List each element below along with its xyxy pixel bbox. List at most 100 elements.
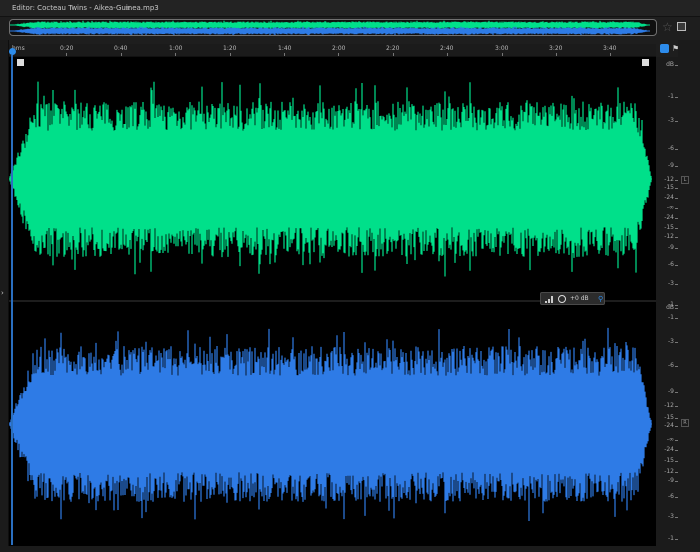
db-scale-tick (675, 208, 678, 209)
db-scale-tick (675, 188, 678, 189)
db-scale-label: -6 (668, 362, 674, 369)
flag-icon[interactable]: ⚑ (672, 44, 679, 53)
db-scale-label: -1 (668, 314, 674, 321)
ruler-tick-label: 1:20 (223, 45, 237, 52)
db-scale-label: -24 (664, 422, 674, 429)
ruler-tick-label: 2:20 (386, 45, 400, 52)
db-scale-tick (675, 450, 678, 451)
db-scale-label: -∞ (666, 204, 674, 211)
db-scale-tick (675, 237, 678, 238)
db-scale-label: -24 (664, 194, 674, 201)
ruler-tick-mark (610, 53, 612, 56)
pin-icon[interactable]: ⚲ (598, 295, 603, 303)
overview-waveform (10, 20, 650, 35)
chevron-right-icon[interactable]: › (1, 289, 4, 297)
db-scale-tick (675, 149, 678, 150)
ruler-tick-label: 0:20 (60, 45, 74, 52)
right-edge-strip (678, 40, 700, 552)
ruler-tick-mark (229, 53, 231, 56)
db-scale-tick (675, 121, 678, 122)
db-scale-tick (675, 180, 678, 181)
db-scale-tick (675, 366, 678, 367)
ruler-tick-label: 1:00 (169, 45, 183, 52)
editor-title[interactable]: Editor: Cocteau Twins - Aikea-Guinea.mp3 (12, 4, 159, 12)
db-scale-label: -24 (664, 446, 674, 453)
db-scale-label: -15 (664, 414, 674, 421)
db-scale-tick (675, 392, 678, 393)
db-scale-tick (675, 440, 678, 441)
db-scale-tick (675, 539, 678, 540)
amplitude-value[interactable]: +0 dB (570, 295, 589, 302)
db-scale-label: dB (666, 304, 674, 311)
db-scale-tick (675, 265, 678, 266)
fade-out-handle-icon[interactable] (642, 59, 649, 66)
db-scale-label: -12 (664, 176, 674, 183)
amplitude-hud[interactable]: +0 dB ⚲ (540, 292, 605, 305)
ruler-tick-label: 0:40 (114, 45, 128, 52)
editor-tab-bar: Editor: Cocteau Twins - Aikea-Guinea.mp3… (0, 0, 700, 17)
ruler-tick-label: 2:40 (440, 45, 454, 52)
db-scale-tick (675, 426, 678, 427)
ruler-tick-label: 3:20 (549, 45, 563, 52)
db-scale-label: -9 (668, 477, 674, 484)
level-bars-icon (545, 296, 553, 303)
ruler-tick-mark (66, 53, 68, 56)
db-scale-tick (675, 248, 678, 249)
db-scale-label: -15 (664, 184, 674, 191)
ruler-tick-label: 2:00 (332, 45, 346, 52)
db-scale-label: -1 (668, 535, 674, 542)
db-scale-label: -6 (668, 493, 674, 500)
db-scale-label: -9 (668, 388, 674, 395)
db-scale-label: -3 (668, 513, 674, 520)
decibel-scale[interactable]: dB -1 -3 -6 -9 -12 -15 -24 -∞ -24 -15 -12 -9 -6 -3 -1 dB… (656, 57, 678, 546)
db-scale-label: -3 (668, 117, 674, 124)
db-scale-tick (675, 97, 678, 98)
db-scale-label: -1 (668, 93, 674, 100)
playhead-line[interactable] (11, 55, 13, 545)
time-ruler[interactable]: hms 0:20 0:40 1:00 1:20 1:40 2:00 2:20 2… (9, 44, 656, 57)
db-scale-tick (675, 166, 678, 167)
channel-right-toggle[interactable]: R (681, 419, 689, 427)
star-icon[interactable]: ☆ (662, 20, 673, 34)
amplitude-knob[interactable] (558, 295, 566, 303)
ruler-tick-mark (120, 53, 122, 56)
db-scale-label: -12 (664, 468, 674, 475)
db-scale-label: -∞ (666, 436, 674, 443)
db-scale-tick (675, 305, 678, 306)
ruler-tick-mark (175, 53, 177, 56)
db-scale-tick (675, 406, 678, 407)
panel-icon[interactable] (677, 22, 686, 31)
playhead-handle[interactable] (9, 48, 16, 55)
db-scale-label: -3 (668, 280, 674, 287)
db-scale-tick (675, 418, 678, 419)
db-scale-label: -15 (664, 457, 674, 464)
ruler-tick-mark (284, 53, 285, 56)
ruler-tick-label: 1:40 (278, 45, 292, 52)
db-scale-tick (675, 198, 678, 199)
db-scale-label: -6 (668, 145, 674, 152)
db-scale-tick (675, 497, 678, 498)
ruler-tick-mark (501, 53, 503, 56)
db-scale-tick (675, 481, 678, 482)
channel-left-toggle[interactable]: L (681, 176, 689, 184)
db-scale-tick (675, 308, 678, 309)
db-scale-tick (675, 517, 678, 518)
db-scale-tick (675, 472, 678, 473)
headphone-icon[interactable] (660, 44, 669, 53)
db-scale-label: -12 (664, 402, 674, 409)
ruler-tick-mark (338, 53, 340, 56)
db-scale-label: -9 (668, 162, 674, 169)
overview-navigator[interactable] (9, 19, 657, 36)
db-scale-tick (675, 461, 678, 462)
db-scale-label: -6 (668, 261, 674, 268)
ruler-tick-label: 3:00 (495, 45, 509, 52)
left-edge-strip: › (0, 40, 9, 552)
db-scale-label: -3 (668, 338, 674, 345)
ruler-tick-mark (392, 53, 394, 56)
db-scale-tick (675, 65, 678, 66)
ruler-tick-mark (447, 53, 449, 56)
fade-in-handle-icon[interactable] (17, 59, 24, 66)
horizontal-scrollbar[interactable] (0, 546, 700, 552)
panel-menu-icon[interactable]: ≡ (125, 4, 131, 12)
db-scale-label: -12 (664, 233, 674, 240)
